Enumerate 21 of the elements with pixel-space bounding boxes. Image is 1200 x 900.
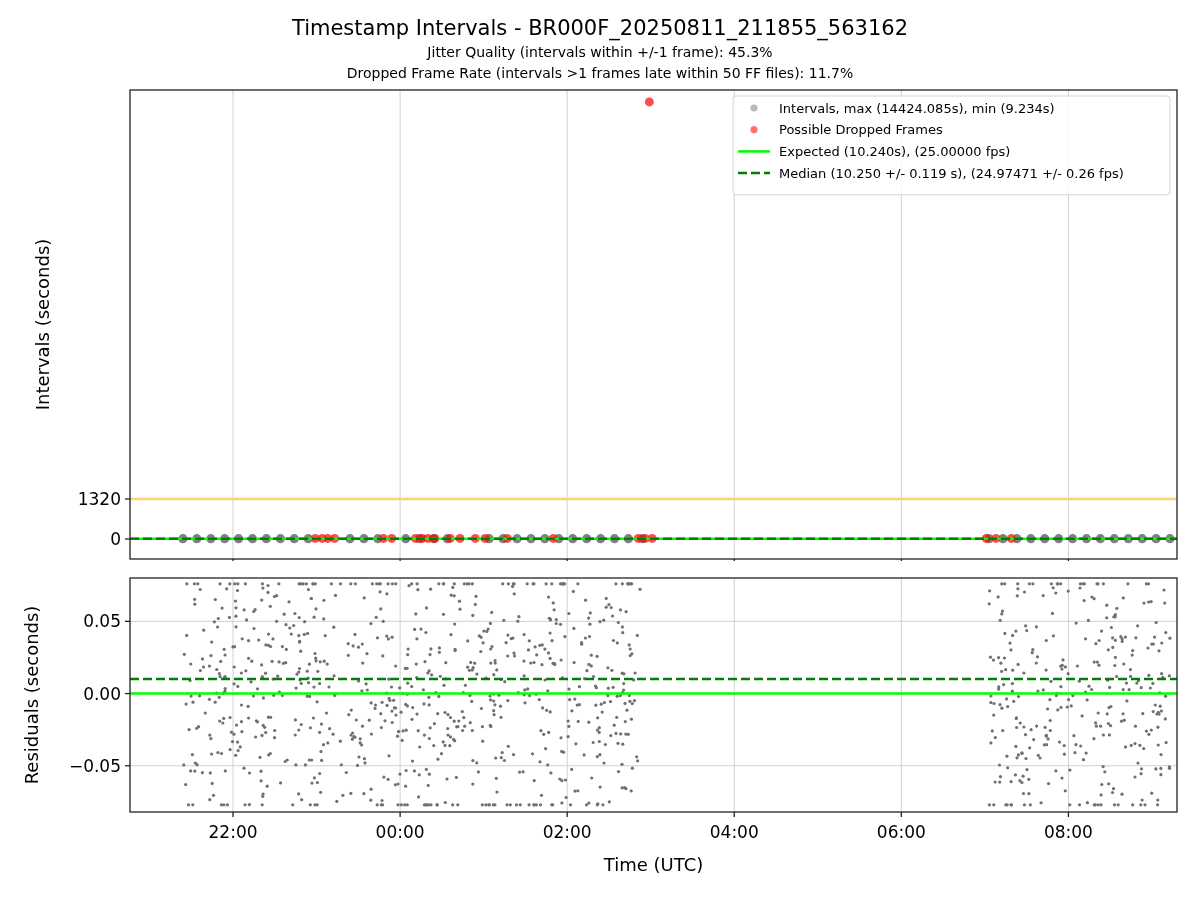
axis-tick-label: 06:00 (876, 822, 926, 842)
legend-label: Median (10.250 +/- 0.119 s), (24.97471 +/- 0.26 fps) (779, 165, 1124, 181)
axis-title: Time (UTC) (603, 854, 704, 875)
axis-tick-label: 0 (110, 529, 121, 549)
chart-subtitle: Dropped Frame Rate (intervals >1 frames late within 50 FF files): 11.7% (346, 64, 854, 83)
axis-title: Residuals (seconds) (21, 605, 42, 785)
axis-tick-label: 0.05 (83, 611, 121, 632)
legend-label: Possible Dropped Frames (779, 122, 943, 138)
axis-tick-label: 22:00 (208, 822, 258, 842)
axis-tick-label: 02:00 (542, 822, 592, 842)
chart-subtitle: Jitter Quality (intervals within +/-1 frame): 45.3% (427, 43, 773, 62)
axis-tick-label: 04:00 (709, 822, 759, 842)
chart-title: Timestamp Intervals - BR000F_20250811_211855_563162 (291, 15, 909, 42)
axis-tick-label: 08:00 (1043, 822, 1093, 842)
axis-tick-label: 1320 (77, 489, 121, 509)
legend-label: Expected (10.240s), (25.00000 fps) (779, 143, 1011, 159)
legend-label: Intervals, max (14424.085s), min (9.234s) (779, 100, 1055, 116)
axis-tick-label: 00:00 (375, 822, 425, 842)
axis-title: Intervals (seconds) (32, 238, 53, 411)
axis-tick-label: 0.00 (83, 683, 121, 704)
axis-tick-label: −0.05 (68, 755, 121, 776)
